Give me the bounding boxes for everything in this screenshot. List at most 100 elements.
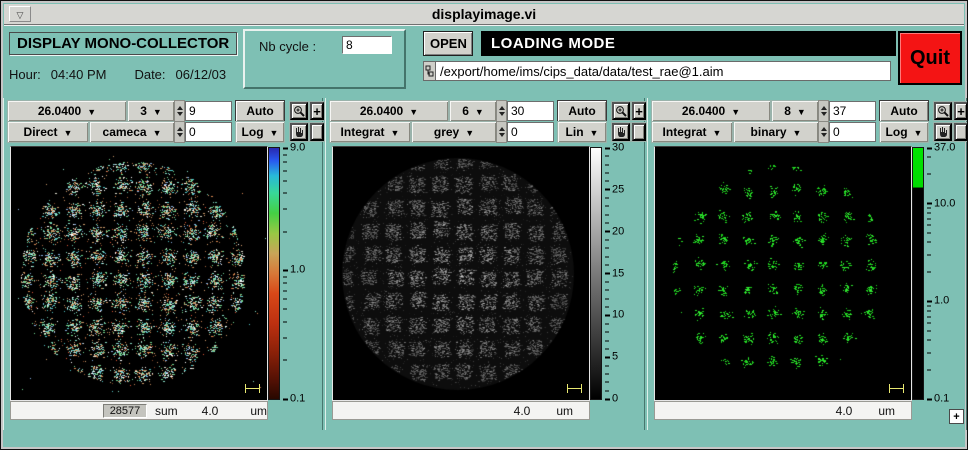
chevron-down-icon: ▼: [465, 127, 475, 138]
tool-blank-button[interactable]: [954, 123, 967, 141]
scalebar-marker: [889, 384, 904, 393]
corner-plus-button[interactable]: +: [949, 409, 964, 424]
spinner-up-icon[interactable]: [176, 127, 183, 131]
zoom-in-button[interactable]: +: [632, 102, 646, 120]
max-spinner[interactable]: [819, 101, 828, 121]
spinner-down-icon[interactable]: [820, 112, 827, 116]
zoom-tool-button[interactable]: [290, 102, 308, 120]
max-input[interactable]: [829, 101, 876, 121]
tool-blank-button[interactable]: [310, 123, 324, 141]
quit-button[interactable]: Quit: [898, 31, 962, 85]
window-title: displayimage.vi: [431, 6, 537, 22]
file-path-input[interactable]: [436, 61, 891, 81]
nb-cycle-input[interactable]: [342, 36, 392, 54]
chevron-down-icon: ▼: [712, 127, 722, 138]
chevron-down-icon: ▼: [474, 106, 484, 117]
max-spinner[interactable]: [497, 101, 506, 121]
mass-dropdown[interactable]: 26.0400 ▼: [8, 101, 126, 121]
scalebar-marker: [567, 384, 582, 393]
mode-value: Integrat: [662, 125, 707, 139]
tool-blank-button[interactable]: [632, 123, 646, 141]
mass-value: 26.0400: [359, 104, 404, 118]
max-spinner[interactable]: [175, 101, 184, 121]
nb-cycle-label: Nb cycle :: [259, 39, 317, 54]
pan-tool-button[interactable]: [290, 123, 308, 141]
zoom-in-button[interactable]: +: [954, 102, 967, 120]
mode-dropdown[interactable]: Integrat ▼: [330, 122, 410, 142]
mode-dropdown[interactable]: Direct ▼: [8, 122, 88, 142]
colorbar: 9.0 1.0 0.1: [268, 142, 324, 404]
spinner-up-icon[interactable]: [498, 106, 505, 110]
chevron-down-icon: ▼: [731, 106, 741, 117]
zoom-tool-button[interactable]: [934, 102, 952, 120]
scale-dropdown[interactable]: Log ▼: [236, 122, 284, 142]
sum-label: sum: [154, 403, 178, 418]
spinner-up-icon[interactable]: [820, 106, 827, 110]
palette-dropdown[interactable]: cameca ▼: [90, 122, 174, 142]
spinner-up-icon[interactable]: [820, 127, 827, 131]
spinner-down-icon[interactable]: [498, 133, 505, 137]
detector-dropdown[interactable]: 8 ▼: [772, 101, 818, 121]
colorbar-ticks: 37.0 10.0 1.0 0.1: [927, 142, 967, 404]
spinner-up-icon[interactable]: [498, 127, 505, 131]
mass-dropdown[interactable]: 26.0400 ▼: [652, 101, 770, 121]
palette-dropdown[interactable]: binary ▼: [734, 122, 818, 142]
ion-image-canvas: [655, 147, 911, 400]
colorbar-ticks: 9.0 1.0 0.1: [283, 142, 323, 404]
palette-dropdown[interactable]: grey ▼: [412, 122, 496, 142]
max-input[interactable]: [185, 101, 232, 121]
spinner-down-icon[interactable]: [176, 133, 183, 137]
image-display: [654, 146, 912, 401]
image-footer: 28577 sum 4.0 um: [10, 401, 268, 420]
spinner-down-icon[interactable]: [820, 133, 827, 137]
min-input[interactable]: [829, 122, 876, 142]
mode-dropdown[interactable]: Integrat ▼: [652, 122, 732, 142]
scale-value: Lin: [565, 125, 584, 139]
min-spinner[interactable]: [819, 122, 828, 142]
chevron-down-icon: ▼: [152, 127, 162, 138]
image-panel-2: 26.0400 ▼ 6 ▼ Auto + Integrat ▼ grey ▼ L…: [325, 98, 646, 430]
mode-value: Integrat: [340, 125, 385, 139]
app-window: ▽ displayimage.vi DISPLAY MONO-COLLECTOR…: [0, 0, 968, 450]
scale-dropdown[interactable]: Log ▼: [880, 122, 928, 142]
chevron-down-icon: ▼: [409, 106, 419, 117]
detector-value: 6: [462, 104, 469, 118]
auto-button[interactable]: Auto: [880, 101, 928, 121]
detector-value: 8: [784, 104, 791, 118]
pan-tool-button[interactable]: [612, 123, 630, 141]
zoom-in-button[interactable]: +: [310, 102, 324, 120]
max-input[interactable]: [507, 101, 554, 121]
chevron-down-icon: ▼: [589, 127, 599, 138]
palette-value: cameca: [102, 125, 147, 139]
title-bar: ▽ displayimage.vi: [4, 4, 964, 25]
path-type-icon[interactable]: [423, 61, 436, 81]
hour-label: Hour:: [9, 67, 41, 82]
colorbar-ticks: 30 25 20 15 10 5 0: [605, 142, 645, 404]
mass-dropdown[interactable]: 26.0400 ▼: [330, 101, 448, 121]
auto-button[interactable]: Auto: [558, 101, 606, 121]
image-panel-3: 26.0400 ▼ 8 ▼ Auto + Integrat ▼ binary ▼…: [647, 98, 967, 430]
scale-size-value: 4.0: [513, 403, 531, 418]
pan-tool-button[interactable]: [934, 123, 952, 141]
spinner-down-icon[interactable]: [498, 112, 505, 116]
chevron-down-icon: ▼: [913, 127, 923, 138]
detector-dropdown[interactable]: 6 ▼: [450, 101, 496, 121]
image-display: [10, 146, 268, 401]
palette-value: grey: [433, 125, 460, 139]
zoom-tool-button[interactable]: [612, 102, 630, 120]
spinner-down-icon[interactable]: [176, 112, 183, 116]
min-spinner[interactable]: [497, 122, 506, 142]
colorbar-strip: [590, 147, 602, 400]
scale-unit: um: [878, 403, 895, 418]
page-title: DISPLAY MONO-COLLECTOR: [9, 32, 238, 55]
chevron-down-icon: ▼: [390, 127, 400, 138]
min-input[interactable]: [185, 122, 232, 142]
detector-dropdown[interactable]: 3 ▼: [128, 101, 174, 121]
spinner-up-icon[interactable]: [176, 106, 183, 110]
open-button[interactable]: OPEN: [423, 31, 473, 56]
auto-button[interactable]: Auto: [236, 101, 284, 121]
scale-dropdown[interactable]: Lin ▼: [558, 122, 606, 142]
image-panel-1: 26.0400 ▼ 3 ▼ Auto + Direct ▼ cameca ▼ L…: [3, 98, 324, 430]
min-input[interactable]: [507, 122, 554, 142]
min-spinner[interactable]: [175, 122, 184, 142]
